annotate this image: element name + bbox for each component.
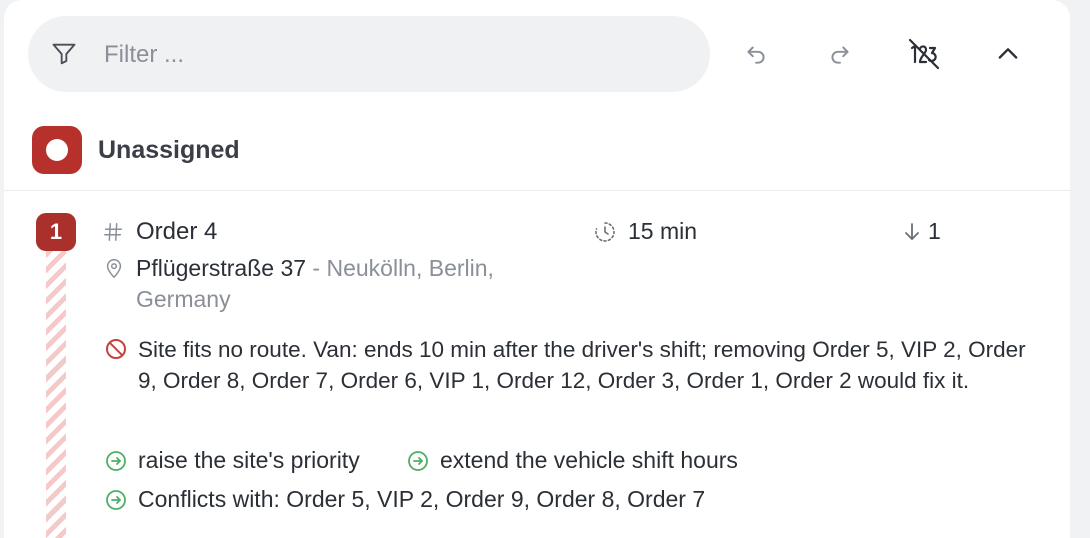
order-name[interactable]: Order 4 (136, 218, 217, 246)
toggle-numbers-button[interactable] (904, 34, 944, 74)
suggestion-raise-priority[interactable]: raise the site's priority (138, 447, 360, 474)
chevron-up-icon (998, 48, 1018, 59)
address-rest: - Neukölln, Berlin, (306, 255, 494, 281)
unassigned-stripe (46, 251, 66, 538)
order-address-line1: Pflügerstraße 37 - Neukölln, Berlin, (136, 255, 494, 282)
conflicts-with[interactable]: Conflicts with: Order 5, VIP 2, Order 9,… (138, 486, 705, 513)
unassigned-panel: Unassigned 1 Order 4 15 min 1 Pflügerstr… (4, 0, 1070, 538)
duration-clock-icon (595, 222, 615, 242)
address-street: Pflügerstraße 37 (136, 255, 307, 281)
hash-icon (104, 223, 122, 241)
order-address-line2: Germany (136, 286, 231, 312)
section-title: Unassigned (98, 136, 240, 164)
suggestion-extend-shift[interactable]: extend the vehicle shift hours (440, 447, 738, 474)
filter-input[interactable] (102, 34, 686, 76)
arrow-circle-right-icon (106, 490, 126, 510)
undo-button[interactable] (736, 34, 776, 74)
arrow-down-icon (905, 223, 919, 240)
unassigned-status-icon (32, 126, 82, 174)
location-pin-icon (106, 259, 122, 279)
forbidden-icon (106, 339, 126, 359)
redo-button[interactable] (820, 34, 860, 74)
numbers-off-icon (908, 38, 940, 70)
redo-icon (831, 46, 849, 64)
filter-icon (52, 43, 76, 65)
unassigned-reason-message: Site fits no route. Van: ends 10 min aft… (138, 337, 1026, 393)
collapse-button[interactable] (988, 34, 1028, 74)
arrow-circle-right-icon (106, 451, 126, 471)
order-number-badge: 1 (36, 213, 76, 251)
arrow-circle-right-icon (408, 451, 428, 471)
undo-icon (747, 46, 765, 64)
filter-bar[interactable] (28, 16, 710, 92)
section-header[interactable]: Unassigned (4, 120, 1070, 191)
order-duration: 15 min (628, 218, 698, 244)
order-sort-value: 1 (928, 218, 941, 244)
